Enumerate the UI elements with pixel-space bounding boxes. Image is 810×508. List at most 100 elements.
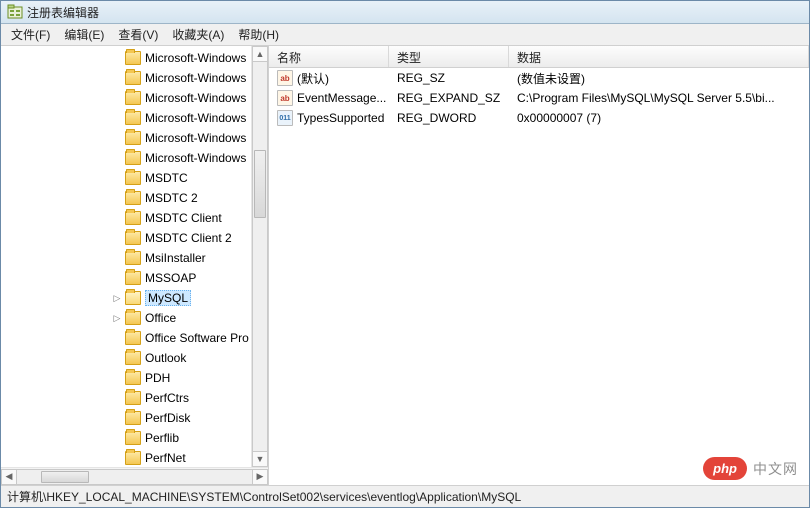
expander-icon[interactable] <box>111 192 123 204</box>
tree-item-label: MSDTC Client 2 <box>145 231 232 245</box>
cell-type: REG_EXPAND_SZ <box>389 91 509 105</box>
folder-icon <box>125 171 141 185</box>
tree-item-label: Microsoft-Windows <box>145 111 246 125</box>
expander-icon[interactable] <box>111 372 123 384</box>
cell-name: abEventMessage... <box>269 90 389 106</box>
expander-icon[interactable] <box>111 252 123 264</box>
tree-item[interactable]: PerfDisk <box>1 408 268 428</box>
scroll-thumb[interactable] <box>41 471 89 483</box>
expander-icon[interactable]: ▷ <box>111 292 123 304</box>
tree-item[interactable]: MSDTC Client 2 <box>1 228 268 248</box>
tree-item[interactable]: PerfCtrs <box>1 388 268 408</box>
tree-item[interactable]: ▷MySQL <box>1 288 268 308</box>
menu-favorites[interactable]: 收藏夹(A) <box>166 24 230 45</box>
folder-icon <box>125 411 141 425</box>
folder-icon <box>125 331 141 345</box>
expander-icon[interactable]: ▷ <box>111 312 123 324</box>
menu-view[interactable]: 查看(V) <box>112 24 164 45</box>
scroll-up-arrow-icon[interactable]: ▲ <box>252 46 268 62</box>
expander-icon[interactable] <box>111 212 123 224</box>
folder-icon <box>125 431 141 445</box>
folder-icon <box>125 71 141 85</box>
tree-item-label: MsiInstaller <box>145 251 206 265</box>
tree-item[interactable]: PerfNet <box>1 448 268 467</box>
expander-icon[interactable] <box>111 452 123 464</box>
regedit-icon <box>7 4 23 20</box>
expander-icon[interactable] <box>111 432 123 444</box>
column-header-type[interactable]: 类型 <box>389 46 509 67</box>
folder-icon <box>125 371 141 385</box>
expander-icon[interactable] <box>111 392 123 404</box>
scroll-track[interactable] <box>16 469 253 485</box>
cell-name: ab(默认) <box>269 70 389 87</box>
list-header: 名称 类型 数据 <box>269 46 809 68</box>
tree-horizontal-scrollbar[interactable]: ◀ ▶ <box>1 467 268 485</box>
content-area: Microsoft-WindowsMicrosoft-WindowsMicros… <box>1 46 809 485</box>
menu-file[interactable]: 文件(F) <box>5 24 56 45</box>
folder-icon <box>125 151 141 165</box>
tree-item-label: MSDTC Client <box>145 211 222 225</box>
binary-value-icon: 011 <box>277 110 293 126</box>
expander-icon[interactable] <box>111 412 123 424</box>
column-header-name[interactable]: 名称 <box>269 46 389 67</box>
list-row[interactable]: abEventMessage...REG_EXPAND_SZC:\Program… <box>269 88 809 108</box>
list-body[interactable]: ab(默认)REG_SZ(数值未设置)abEventMessage...REG_… <box>269 68 809 485</box>
tree-item[interactable]: MSDTC <box>1 168 268 188</box>
expander-icon[interactable] <box>111 232 123 244</box>
tree-item[interactable]: Microsoft-Windows <box>1 128 268 148</box>
string-value-icon: ab <box>277 70 293 86</box>
menu-help[interactable]: 帮助(H) <box>232 24 285 45</box>
expander-icon[interactable] <box>111 172 123 184</box>
expander-icon[interactable] <box>111 72 123 84</box>
menu-edit[interactable]: 编辑(E) <box>58 24 110 45</box>
tree-item[interactable]: MSDTC 2 <box>1 188 268 208</box>
tree-item[interactable]: PDH <box>1 368 268 388</box>
tree-item-label: Microsoft-Windows <box>145 51 246 65</box>
tree-item[interactable]: Microsoft-Windows <box>1 68 268 88</box>
tree-item-label: PDH <box>145 371 170 385</box>
tree-body[interactable]: Microsoft-WindowsMicrosoft-WindowsMicros… <box>1 46 268 467</box>
tree-item[interactable]: MSSOAP <box>1 268 268 288</box>
list-row[interactable]: ab(默认)REG_SZ(数值未设置) <box>269 68 809 88</box>
scroll-down-arrow-icon[interactable]: ▼ <box>252 451 268 467</box>
scroll-thumb[interactable] <box>254 150 266 218</box>
tree-item[interactable]: Microsoft-Windows <box>1 88 268 108</box>
expander-icon[interactable] <box>111 332 123 344</box>
folder-icon <box>125 311 141 325</box>
expander-icon[interactable] <box>111 132 123 144</box>
tree-vertical-scrollbar[interactable]: ▲ ▼ <box>251 46 268 467</box>
tree-item[interactable]: Perflib <box>1 428 268 448</box>
tree-item[interactable]: MSDTC Client <box>1 208 268 228</box>
tree-item[interactable]: Outlook <box>1 348 268 368</box>
tree-item[interactable]: Microsoft-Windows <box>1 48 268 68</box>
expander-icon[interactable] <box>111 92 123 104</box>
tree-pane: Microsoft-WindowsMicrosoft-WindowsMicros… <box>1 46 269 485</box>
scroll-left-arrow-icon[interactable]: ◀ <box>1 469 17 485</box>
expander-icon[interactable] <box>111 112 123 124</box>
expander-icon[interactable] <box>111 52 123 64</box>
tree-item-label: Microsoft-Windows <box>145 151 246 165</box>
folder-icon <box>125 351 141 365</box>
scroll-track[interactable] <box>252 61 268 452</box>
tree-item-label: PerfCtrs <box>145 391 189 405</box>
value-name: TypesSupported <box>297 111 384 125</box>
list-row[interactable]: 011TypesSupportedREG_DWORD0x00000007 (7) <box>269 108 809 128</box>
tree-item[interactable]: Office Software Pro <box>1 328 268 348</box>
folder-icon <box>125 271 141 285</box>
tree-item[interactable]: Microsoft-Windows <box>1 108 268 128</box>
expander-icon[interactable] <box>111 152 123 164</box>
tree-item[interactable]: Microsoft-Windows <box>1 148 268 168</box>
tree-item[interactable]: MsiInstaller <box>1 248 268 268</box>
expander-icon[interactable] <box>111 352 123 364</box>
tree-item-label: PerfDisk <box>145 411 190 425</box>
tree-item-label: Outlook <box>145 351 186 365</box>
title-bar: 注册表编辑器 <box>1 1 809 24</box>
tree-item-label: Office <box>145 311 176 325</box>
folder-icon <box>125 111 141 125</box>
expander-icon[interactable] <box>111 272 123 284</box>
tree-item[interactable]: ▷ Office <box>1 308 268 328</box>
scroll-right-arrow-icon[interactable]: ▶ <box>252 469 268 485</box>
menu-bar: 文件(F) 编辑(E) 查看(V) 收藏夹(A) 帮助(H) <box>1 24 809 46</box>
column-header-data[interactable]: 数据 <box>509 46 809 67</box>
folder-icon <box>125 291 141 305</box>
